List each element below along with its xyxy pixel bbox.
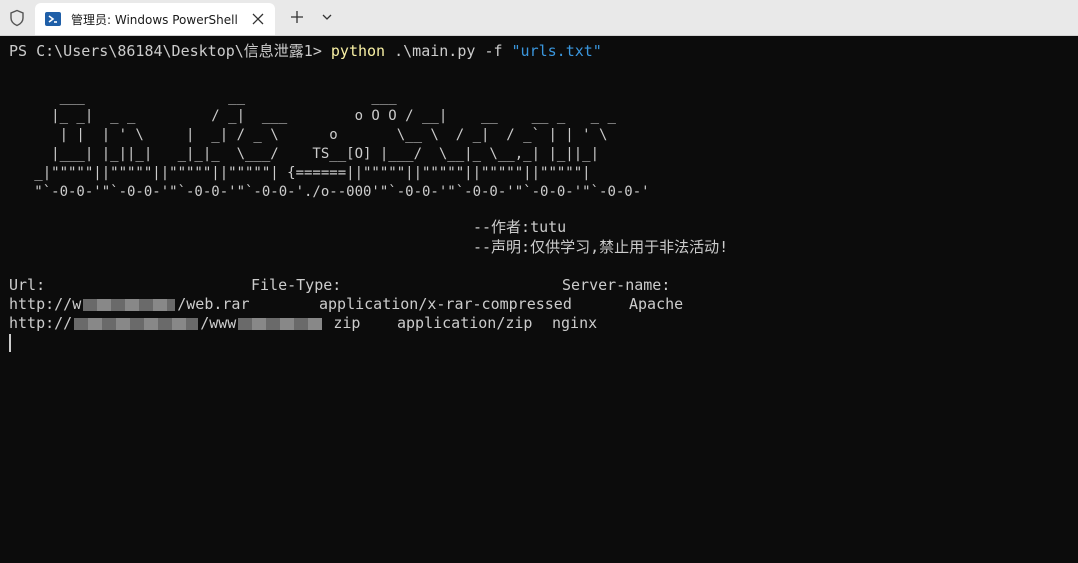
ascii-art-line: ___ __ ___ xyxy=(9,89,397,105)
header-file-type: File-Type: xyxy=(251,276,342,294)
tab-powershell[interactable]: 管理员: Windows PowerShell xyxy=(35,3,275,35)
ascii-art-line: | | | ' \ | _| / _ \ o \__ \ / _| / _` |… xyxy=(9,127,608,143)
ascii-art-line: _|"""""||"""""||"""""||"""""| {======||"… xyxy=(9,165,591,181)
ascii-art-line: |_ _| _ _ / _| ___ o O O / __| __ __ _ _… xyxy=(9,108,616,124)
tab-bar: 管理员: Windows PowerShell xyxy=(0,0,1078,36)
url-suffix: /web.rar xyxy=(177,295,250,313)
result-row-file-type: application/zip xyxy=(397,314,533,332)
result-row-file-type: application/x-rar-compressed xyxy=(319,295,572,313)
powershell-icon xyxy=(45,12,61,26)
ascii-art-line: |___| |_||_| _|_|_ \___/ TS__[O] |___/ \… xyxy=(9,146,600,162)
chevron-down-icon[interactable] xyxy=(322,13,332,21)
author-line: --作者:tutu xyxy=(473,218,567,236)
url-prefix: http:// xyxy=(9,314,73,332)
command-string: "urls.txt" xyxy=(502,42,602,60)
text-cursor xyxy=(9,334,11,352)
plus-icon[interactable] xyxy=(290,10,304,24)
tab-title: 管理员: Windows PowerShell xyxy=(71,13,238,27)
url-suffix: /www xyxy=(200,314,237,332)
header-server: Server-name: xyxy=(562,276,671,294)
command-name: python xyxy=(330,42,386,60)
header-url: Url: xyxy=(9,276,46,294)
prompt-text: PS C:\Users\86184\Desktop\信息泄露1> xyxy=(9,42,331,60)
url-tail: zip xyxy=(324,314,361,332)
result-row-url: http:// /www zip xyxy=(9,314,360,332)
terminal-output[interactable]: PS C:\Users\86184\Desktop\信息泄露1> python … xyxy=(0,36,1078,563)
redacted-block xyxy=(74,317,199,330)
command-line: PS C:\Users\86184\Desktop\信息泄露1> python … xyxy=(9,42,602,61)
redacted-block xyxy=(83,298,176,311)
result-row-url: http://w/web.rar xyxy=(9,295,250,313)
redacted-block xyxy=(238,317,323,330)
statement-line: --声明:仅供学习,禁止用于非法活动! xyxy=(473,238,729,256)
result-row-server: nginx xyxy=(552,314,598,332)
close-icon[interactable] xyxy=(251,12,265,26)
ascii-art-line: "`-0-0-'"`-0-0-'"`-0-0-'"`-0-0-'./o--000… xyxy=(9,184,650,200)
command-flag: -f xyxy=(484,42,503,60)
command-args: .\main.py xyxy=(385,42,485,60)
shield-icon[interactable] xyxy=(8,9,26,27)
result-row-server: Apache xyxy=(629,295,684,313)
url-prefix: http://w xyxy=(9,295,82,313)
